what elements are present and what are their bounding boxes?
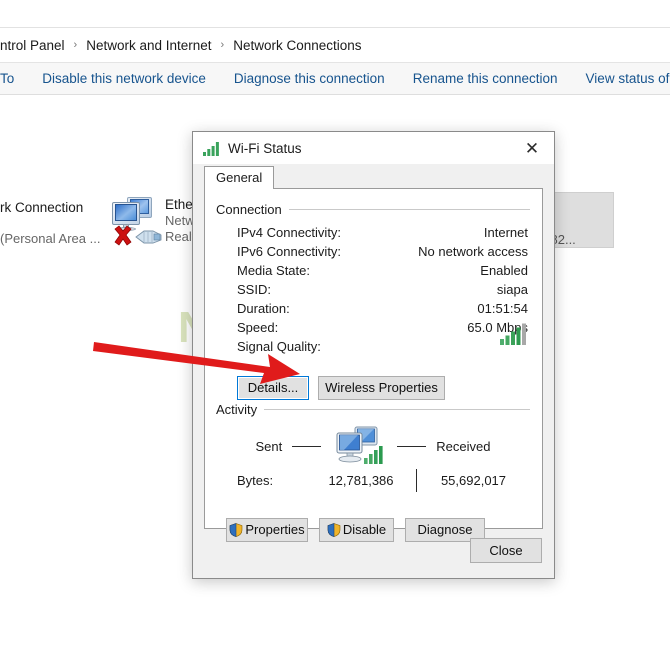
command-item-disable-device[interactable]: Disable this network device bbox=[28, 71, 220, 86]
connection-rows: IPv4 Connectivity: Internet IPv6 Connect… bbox=[216, 223, 530, 356]
dialog-button-bar: Close bbox=[193, 529, 554, 578]
row-ssid-value: siapa bbox=[496, 282, 528, 297]
command-item-diagnose[interactable]: Diagnose this connection bbox=[220, 71, 399, 86]
row-signal-quality-key: Signal Quality: bbox=[237, 339, 321, 354]
connection-buttons: Details... Wireless Properties bbox=[216, 376, 530, 400]
tab-page-general: Connection IPv4 Connectivity: Internet I… bbox=[204, 188, 543, 542]
signal-strength-4-of-5-icon bbox=[500, 323, 526, 345]
row-duration-value: 01:51:54 bbox=[477, 301, 528, 316]
chevron-right-icon: › bbox=[220, 39, 225, 51]
screen-root: ntrol Panel › Network and Internet › Net… bbox=[0, 0, 670, 670]
group-rule bbox=[264, 409, 530, 410]
row-speed-key: Speed: bbox=[237, 320, 279, 335]
wifi-status-dialog: Wi-Fi Status ✕ General Connection IPv4 C… bbox=[192, 131, 555, 579]
connection-group: Connection IPv4 Connectivity: Internet I… bbox=[216, 202, 530, 400]
chevron-right-icon: › bbox=[73, 39, 78, 51]
activity-group: Activity Sent Received Bytes: 12,781,386… bbox=[216, 402, 530, 542]
tab-general[interactable]: General bbox=[204, 166, 275, 189]
breadcrumb: ntrol Panel › Network and Internet › Net… bbox=[0, 28, 670, 62]
row-duration: Duration: 01:51:54 bbox=[216, 299, 530, 318]
row-signal-quality: Signal Quality: bbox=[216, 337, 530, 356]
two-computers-transfer-icon bbox=[331, 425, 387, 467]
rj45-plug-icon bbox=[135, 230, 162, 244]
bytes-sent-value: 12,781,386 bbox=[328, 473, 394, 488]
row-speed: Speed: 65.0 Mbps bbox=[216, 318, 530, 337]
received-label: Received bbox=[436, 438, 491, 454]
window-top-strip bbox=[0, 0, 670, 27]
lower-info-panel: Network troubleshooter Diagnose and fix … bbox=[0, 570, 670, 670]
row-duration-key: Duration: bbox=[237, 301, 290, 316]
dialog-title: Wi-Fi Status bbox=[228, 140, 302, 156]
wireless-properties-button[interactable]: Wireless Properties bbox=[318, 376, 445, 400]
row-ipv4-key: IPv4 Connectivity: bbox=[237, 225, 342, 240]
breadcrumb-item-2[interactable]: Network Connections bbox=[233, 38, 361, 53]
breadcrumb-item-1[interactable]: Network and Internet bbox=[86, 38, 211, 53]
group-rule bbox=[288, 209, 530, 210]
activity-header-row: Sent Received bbox=[216, 425, 530, 467]
connection-group-title: Connection bbox=[216, 202, 282, 217]
tabstrip: General bbox=[204, 166, 275, 189]
dash-right bbox=[397, 445, 427, 447]
row-ipv4: IPv4 Connectivity: Internet bbox=[216, 223, 530, 242]
command-bar: To Disable this network device Diagnose … bbox=[0, 62, 670, 95]
bytes-label: Bytes: bbox=[237, 473, 274, 488]
row-media-state: Media State: Enabled bbox=[216, 261, 530, 280]
dialog-title-bar[interactable]: Wi-Fi Status ✕ bbox=[193, 132, 554, 164]
row-media-state-value: Enabled bbox=[480, 263, 528, 278]
sent-label: Sent bbox=[255, 438, 283, 454]
row-media-state-key: Media State: bbox=[237, 263, 310, 278]
dash-left bbox=[292, 445, 322, 447]
connection-item-0-detail: (Personal Area ... bbox=[0, 231, 101, 246]
row-ssid-key: SSID: bbox=[237, 282, 271, 297]
connection-item-0-name[interactable]: rk Connection bbox=[0, 200, 83, 215]
disconnected-x-icon bbox=[114, 225, 132, 246]
command-item-rename[interactable]: Rename this connection bbox=[399, 71, 572, 86]
dialog-body: General Connection IPv4 Connectivity: In… bbox=[193, 164, 554, 578]
bytes-row: Bytes: 12,781,386 55,692,017 bbox=[216, 469, 530, 492]
row-ssid: SSID: siapa bbox=[216, 280, 530, 299]
signal-bars-icon bbox=[203, 141, 219, 156]
details-button[interactable]: Details... bbox=[237, 376, 309, 400]
bytes-received-value: 55,692,017 bbox=[440, 473, 507, 488]
activity-group-header: Activity bbox=[216, 402, 530, 417]
close-icon[interactable]: ✕ bbox=[510, 132, 554, 164]
row-ipv4-value: Internet bbox=[483, 225, 528, 240]
row-ipv6: IPv6 Connectivity: No network access bbox=[216, 242, 530, 261]
breadcrumb-item-0[interactable]: ntrol Panel bbox=[0, 38, 65, 53]
row-ipv6-value: No network access bbox=[418, 244, 528, 259]
row-ipv6-key: IPv6 Connectivity: bbox=[237, 244, 342, 259]
close-button[interactable]: Close bbox=[470, 538, 542, 563]
activity-group-title: Activity bbox=[216, 402, 258, 417]
command-item-view-status[interactable]: View status of this connec bbox=[572, 71, 670, 86]
connection-group-header: Connection bbox=[216, 202, 530, 217]
command-item-organize[interactable]: To bbox=[0, 71, 28, 86]
